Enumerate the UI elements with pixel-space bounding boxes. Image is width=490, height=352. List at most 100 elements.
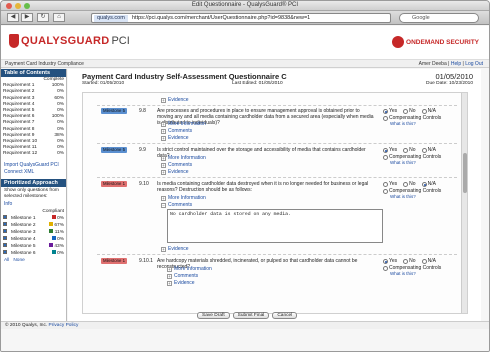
evidence-toggle[interactable]: + Evidence bbox=[167, 280, 195, 286]
radio-label: N/A bbox=[427, 258, 436, 264]
all-link[interactable]: All bbox=[4, 258, 9, 263]
checkbox-icon[interactable] bbox=[3, 243, 7, 248]
question-number: 9.8 bbox=[139, 108, 146, 114]
radio-icon bbox=[421, 258, 427, 264]
url-text[interactable]: https://pci.qualys.com/merchant/UserQues… bbox=[132, 15, 310, 22]
answer-yes[interactable]: Yes bbox=[383, 108, 397, 114]
page-footer: © 2010 Qualys, Inc. Privacy Policy bbox=[1, 321, 489, 329]
expand-icon: + bbox=[161, 97, 166, 103]
radio-icon bbox=[421, 147, 427, 153]
search-input[interactable]: Google bbox=[399, 13, 479, 23]
qualysguard-logo: QUALYSGUARD PCI bbox=[9, 34, 130, 48]
answer-na[interactable]: N/A bbox=[421, 108, 436, 114]
comments-toggle[interactable]: + Comments bbox=[161, 162, 192, 168]
breadcrumb-bar: Payment Card Industry Compliance Amer De… bbox=[1, 60, 489, 68]
requirement-row[interactable]: Requirement 12 0% bbox=[1, 151, 66, 157]
answer-yes[interactable]: Yes bbox=[383, 181, 397, 187]
expand-icon: + bbox=[161, 128, 166, 134]
comments-toggle[interactable]: + Comments bbox=[167, 273, 198, 279]
checkbox-icon[interactable] bbox=[3, 215, 7, 220]
milestone-color-icon bbox=[49, 222, 54, 227]
more-info-toggle[interactable]: + More Information bbox=[161, 121, 206, 127]
radio-icon bbox=[383, 115, 388, 121]
answer-na[interactable]: N/A bbox=[421, 181, 436, 187]
address-bar[interactable]: qualys.com https://pci.qualys.com/mercha… bbox=[91, 13, 391, 23]
forward-button[interactable]: ▶ bbox=[21, 13, 33, 22]
questions-panel[interactable]: + Evidence Milestone 5 9.8 Are processes… bbox=[82, 92, 468, 314]
comments-toggle[interactable]: + Comments bbox=[161, 128, 192, 134]
site-identity-badge[interactable]: qualys.com bbox=[94, 15, 128, 22]
scrollbar[interactable] bbox=[461, 93, 467, 313]
requirement-row[interactable]: Requirement 8 0% bbox=[1, 127, 66, 133]
evidence-toggle[interactable]: + Evidence bbox=[161, 169, 189, 175]
what-is-this-link[interactable]: What is this? bbox=[383, 194, 441, 199]
logout-link[interactable]: Log Out bbox=[465, 61, 483, 67]
milestone-row[interactable]: Milestone 4 0% bbox=[1, 236, 66, 243]
milestone-color-icon bbox=[51, 236, 56, 241]
radio-icon bbox=[421, 108, 427, 114]
milestone-row[interactable]: Milestone 6 0% bbox=[1, 250, 66, 257]
what-is-this-link[interactable]: What is this? bbox=[383, 121, 441, 126]
requirement-name[interactable]: Requirement 12 bbox=[1, 151, 41, 157]
answer-no[interactable]: No bbox=[403, 147, 416, 153]
cancel-button[interactable]: Cancel bbox=[272, 312, 298, 319]
comments-toggle[interactable]: − Comments bbox=[161, 202, 192, 208]
home-button[interactable]: ⌂ bbox=[53, 13, 65, 22]
checkbox-icon[interactable] bbox=[3, 222, 7, 227]
info-link[interactable]: Info bbox=[1, 201, 66, 208]
evidence-label: Evidence bbox=[174, 280, 195, 286]
answer-no[interactable]: No bbox=[403, 258, 416, 264]
window-bottom bbox=[1, 329, 489, 351]
evidence-toggle[interactable]: + Evidence bbox=[161, 246, 189, 252]
answer-group: Yes No N/A Compensating Controls What is… bbox=[383, 147, 441, 165]
privacy-link[interactable]: Privacy Policy bbox=[49, 323, 79, 328]
requirement-row[interactable]: Requirement 7 0% bbox=[1, 120, 66, 126]
evidence-toggle[interactable]: + Evidence bbox=[161, 135, 189, 141]
answer-no[interactable]: No bbox=[403, 108, 416, 114]
import-link[interactable]: Import QualysGuard PCI bbox=[1, 161, 66, 169]
back-button[interactable]: ◀ bbox=[7, 13, 19, 22]
evidence-label: Evidence bbox=[168, 246, 189, 252]
milestone-row[interactable]: Milestone 2 67% bbox=[1, 222, 66, 229]
requirement-row[interactable]: Requirement 3 60% bbox=[1, 96, 66, 102]
save-draft-button[interactable]: Save Draft bbox=[197, 312, 230, 319]
sidebar: Table of Contents Complete Requirement 1… bbox=[1, 69, 67, 321]
radio-label: Yes bbox=[389, 108, 398, 114]
radio-icon bbox=[383, 147, 388, 153]
milestone-name: Milestone 6 bbox=[11, 250, 36, 256]
help-link[interactable]: Help bbox=[451, 61, 461, 67]
checkbox-icon[interactable] bbox=[3, 229, 7, 234]
ondemand-icon bbox=[392, 36, 405, 48]
expand-icon: + bbox=[161, 169, 166, 175]
evidence-label: Evidence bbox=[168, 169, 189, 175]
checkbox-icon[interactable] bbox=[3, 250, 7, 255]
checkbox-icon[interactable] bbox=[3, 236, 7, 241]
milestone-name: Milestone 1 bbox=[11, 215, 36, 221]
evidence-toggle[interactable]: + Evidence bbox=[161, 97, 189, 103]
submit-final-button[interactable]: Submit Final bbox=[232, 312, 270, 319]
what-is-this-link[interactable]: What is this? bbox=[383, 271, 441, 276]
window-title: Edit Questionnaire - QualysGuard® PCI bbox=[191, 2, 299, 8]
more-info-toggle[interactable]: + More Information bbox=[167, 266, 212, 272]
refresh-button[interactable]: ↻ bbox=[37, 13, 49, 22]
evidence-label: Evidence bbox=[168, 97, 189, 103]
milestone-row[interactable]: Milestone 1 0% bbox=[1, 215, 66, 222]
more-info-toggle[interactable]: + More Information bbox=[161, 195, 206, 201]
requirement-row[interactable]: Requirement 2 0% bbox=[1, 89, 66, 95]
question-number: 9.10.1 bbox=[139, 258, 153, 264]
none-link[interactable]: None bbox=[13, 258, 24, 263]
answer-no[interactable]: No bbox=[403, 181, 416, 187]
scrollbar-thumb[interactable] bbox=[463, 153, 467, 193]
comment-textarea[interactable]: No cardholder data is stored on any medi… bbox=[167, 209, 383, 243]
answer-yes[interactable]: Yes bbox=[383, 258, 397, 264]
answer-na[interactable]: N/A bbox=[421, 258, 436, 264]
milestone-row[interactable]: Milestone 5 43% bbox=[1, 243, 66, 250]
questionnaire-info: Started: 01/05/2010 Last Edited: 01/05/2… bbox=[82, 81, 473, 88]
what-is-this-link[interactable]: What is this? bbox=[383, 160, 441, 165]
more-info-toggle[interactable]: + More Information bbox=[161, 155, 206, 161]
milestones-table: Compliant Milestone 1 0% Milestone 2 67% M… bbox=[1, 208, 66, 257]
connect-xml-link[interactable]: Connect XML bbox=[1, 169, 66, 176]
answer-na[interactable]: N/A bbox=[421, 147, 436, 153]
milestone-row[interactable]: Milestone 3 11% bbox=[1, 229, 66, 236]
answer-yes[interactable]: Yes bbox=[383, 147, 397, 153]
